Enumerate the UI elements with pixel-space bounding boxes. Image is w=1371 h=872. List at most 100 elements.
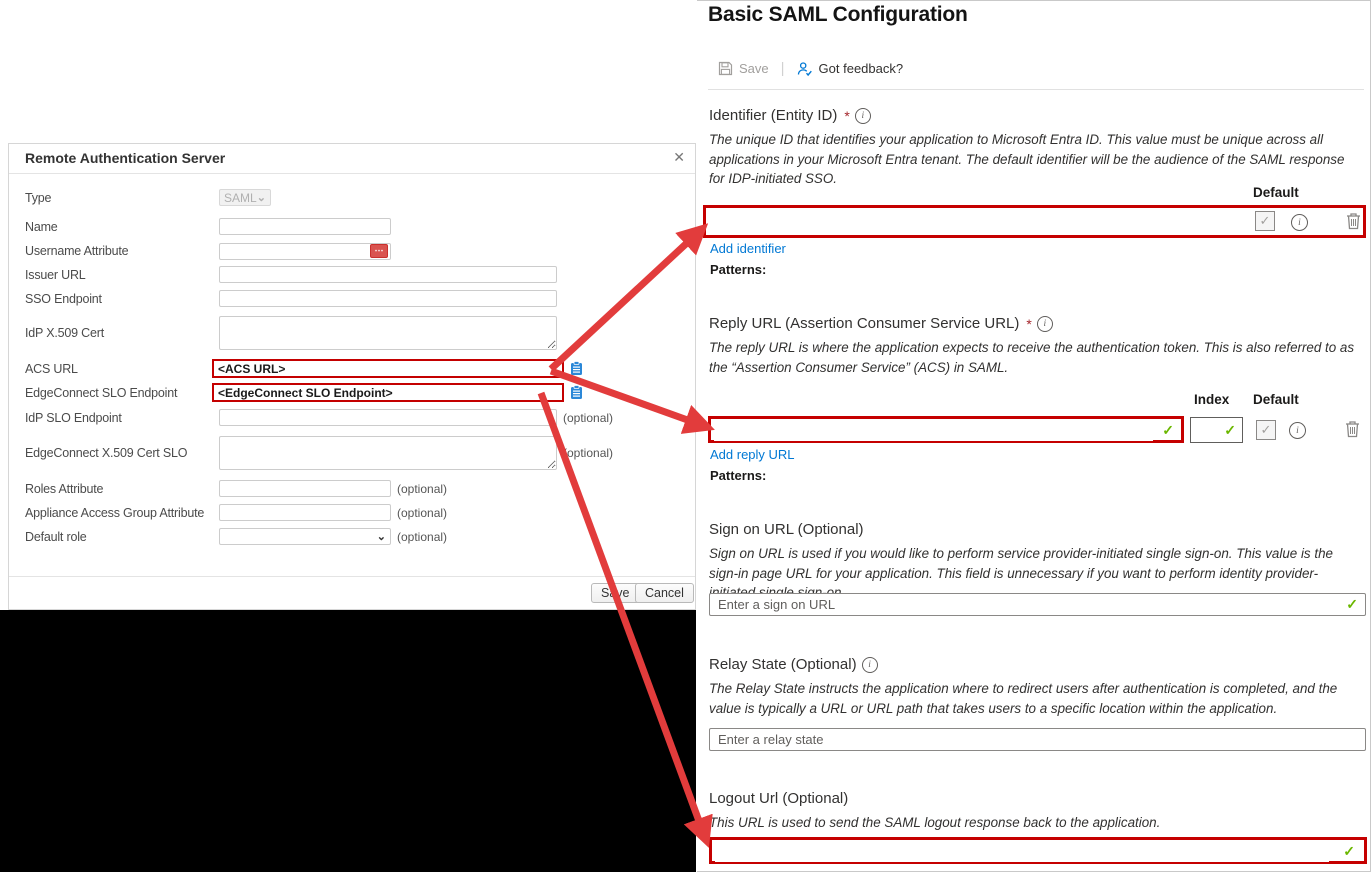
ellipsis-picker-icon[interactable]: ⋯ — [370, 244, 388, 258]
idp-slo-label: IdP SLO Endpoint — [9, 411, 219, 425]
identifier-patterns-label: Patterns: — [710, 262, 766, 277]
relay-state-heading-text: Relay State (Optional) — [709, 656, 857, 673]
name-input[interactable] — [219, 218, 391, 235]
info-icon[interactable]: i — [1291, 214, 1308, 231]
roles-attribute-row: Roles Attribute (optional) — [9, 480, 695, 497]
type-row: Type SAML ⌄ — [9, 189, 695, 206]
chevron-down-icon: ⌄ — [377, 533, 386, 541]
close-icon[interactable]: ✕ — [673, 149, 685, 166]
username-attribute-input[interactable] — [219, 243, 391, 260]
add-identifier-link[interactable]: Add identifier — [710, 241, 786, 256]
gray-check-icon: ✓ — [1260, 213, 1271, 229]
reply-url-heading: Reply URL (Assertion Consumer Service UR… — [709, 315, 1053, 332]
reply-index-header: Index — [1194, 392, 1229, 407]
panel-title: Basic SAML Configuration — [708, 3, 968, 27]
chevron-down-icon: ⌄ — [257, 194, 266, 202]
valid-check-icon: ✓ — [1346, 596, 1358, 613]
trash-icon[interactable] — [1346, 212, 1361, 230]
sign-on-url-input[interactable] — [709, 593, 1366, 616]
reply-patterns-label: Patterns: — [710, 468, 766, 483]
reply-url-row-highlight: ✓ — [708, 416, 1184, 443]
idp-slo-input[interactable] — [219, 409, 557, 426]
name-label: Name — [9, 220, 219, 234]
toolbar-separator: | — [781, 60, 785, 77]
info-icon[interactable]: i — [1037, 316, 1053, 332]
reply-url-input[interactable] — [714, 420, 1153, 441]
appliance-access-group-row: Appliance Access Group Attribute (option… — [9, 504, 695, 521]
reply-index-input[interactable]: ✓ — [1190, 417, 1243, 443]
idp-cert-row: IdP X.509 Cert — [9, 316, 695, 350]
identifier-heading: Identifier (Entity ID) * i — [709, 107, 871, 124]
name-row: Name — [9, 218, 695, 235]
logout-url-input[interactable] — [715, 841, 1329, 862]
relay-state-heading: Relay State (Optional) i — [709, 656, 878, 673]
sso-endpoint-input[interactable] — [219, 290, 557, 307]
logout-url-heading-text: Logout Url (Optional) — [709, 790, 848, 807]
appliance-access-group-label: Appliance Access Group Attribute — [9, 506, 219, 520]
edgeconnect-cert-slo-label: EdgeConnect X.509 Cert SLO — [9, 446, 219, 460]
logout-url-row-highlight: ✓ — [709, 837, 1367, 864]
acs-url-row: ACS URL <ACS URL> — [9, 359, 695, 378]
optional-label: (optional) — [563, 446, 613, 460]
reply-default-header: Default — [1253, 392, 1299, 407]
save-floppy-icon — [718, 61, 733, 76]
edgeconnect-cert-slo-row: EdgeConnect X.509 Cert SLO (optional) — [9, 436, 695, 470]
sign-on-url-heading: Sign on URL (Optional) — [709, 521, 864, 538]
info-icon[interactable]: i — [855, 108, 871, 124]
relay-state-description: The Relay State instructs the applicatio… — [709, 679, 1359, 718]
appliance-access-group-input[interactable] — [219, 504, 391, 521]
default-role-row: Default role ⌄ (optional) — [9, 528, 695, 545]
dialog-title: Remote Authentication Server — [25, 150, 225, 166]
idp-cert-label: IdP X.509 Cert — [9, 326, 219, 340]
edgeconnect-slo-input[interactable]: <EdgeConnect SLO Endpoint> — [212, 383, 564, 402]
edgeconnect-slo-label: EdgeConnect SLO Endpoint — [9, 386, 219, 400]
type-label: Type — [9, 191, 219, 205]
default-role-select[interactable]: ⌄ — [219, 528, 391, 545]
reply-url-heading-text: Reply URL (Assertion Consumer Service UR… — [709, 315, 1019, 332]
valid-check-icon: ✓ — [1162, 422, 1174, 439]
screenshot-canvas: Remote Authentication Server ✕ Type SAML… — [0, 0, 1371, 872]
feedback-person-icon — [797, 61, 813, 77]
info-icon[interactable]: i — [1289, 422, 1306, 439]
acs-url-input[interactable]: <ACS URL> — [212, 359, 564, 378]
dialog-header: Remote Authentication Server ✕ — [9, 144, 695, 174]
acs-url-label: ACS URL — [9, 362, 219, 376]
identifier-default-checkbox[interactable]: ✓ — [1255, 211, 1275, 231]
got-feedback-button[interactable]: Got feedback? — [797, 61, 904, 77]
sign-on-url-field: ✓ — [709, 593, 1366, 616]
relay-state-input[interactable] — [709, 728, 1366, 751]
issuer-url-input[interactable] — [219, 266, 557, 283]
optional-label: (optional) — [397, 506, 447, 520]
got-feedback-label: Got feedback? — [819, 61, 904, 76]
identifier-row-highlight: ✓ i — [703, 205, 1366, 238]
username-attribute-row: Username Attribute ⋯ — [9, 242, 695, 260]
copy-icon[interactable] — [570, 361, 583, 376]
sign-on-url-heading-text: Sign on URL (Optional) — [709, 521, 864, 538]
trash-icon[interactable] — [1345, 420, 1360, 438]
username-attribute-label: Username Attribute — [9, 244, 219, 258]
panel-toolbar: Save | Got feedback? — [718, 60, 903, 77]
required-asterisk: * — [844, 108, 849, 124]
identifier-input[interactable] — [710, 210, 1244, 235]
sso-endpoint-label: SSO Endpoint — [9, 292, 219, 306]
panel-save-button[interactable]: Save — [718, 61, 769, 76]
save-button[interactable]: Save — [591, 583, 640, 603]
valid-check-icon: ✓ — [1343, 843, 1355, 860]
reply-default-checkbox[interactable]: ✓ — [1256, 420, 1276, 440]
optional-label: (optional) — [563, 411, 613, 425]
logout-url-description: This URL is used to send the SAML logout… — [709, 813, 1359, 833]
type-select[interactable]: SAML ⌄ — [219, 189, 271, 206]
info-icon[interactable]: i — [862, 657, 878, 673]
default-role-label: Default role — [9, 530, 219, 544]
edgeconnect-cert-slo-textarea[interactable] — [219, 436, 557, 470]
valid-check-icon: ✓ — [1224, 422, 1236, 439]
add-reply-url-link[interactable]: Add reply URL — [710, 447, 795, 462]
idp-cert-textarea[interactable] — [219, 316, 557, 350]
sso-endpoint-row: SSO Endpoint — [9, 290, 695, 307]
copy-icon[interactable] — [570, 385, 583, 400]
optional-label: (optional) — [397, 530, 447, 544]
roles-attribute-label: Roles Attribute — [9, 482, 219, 496]
cancel-button[interactable]: Cancel — [635, 583, 694, 603]
roles-attribute-input[interactable] — [219, 480, 391, 497]
dialog-footer-divider — [9, 576, 695, 577]
